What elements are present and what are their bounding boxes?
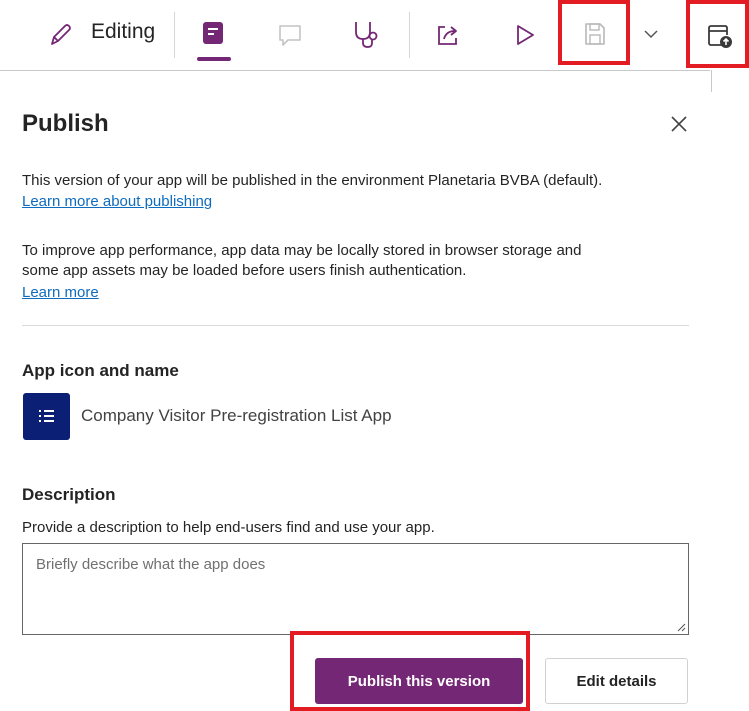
toolbar-separator — [174, 12, 175, 58]
app-checker-icon[interactable] — [351, 18, 381, 50]
app-icon[interactable] — [23, 393, 70, 440]
toolbar: Editing — [0, 0, 749, 70]
resize-handle-icon[interactable] — [676, 622, 686, 632]
performance-text-line1: To improve app performance, app data may… — [22, 242, 582, 259]
close-icon[interactable] — [668, 113, 690, 135]
edit-details-button[interactable]: Edit details — [545, 658, 688, 704]
section-divider — [22, 325, 689, 326]
publish-this-version-button[interactable]: Publish this version — [315, 658, 523, 704]
editing-status-label: Editing — [91, 20, 156, 43]
app-name: Company Visitor Pre-registration List Ap… — [81, 406, 392, 425]
panel-title: Publish — [22, 110, 109, 137]
edit-pencil-icon[interactable] — [48, 22, 74, 48]
save-icon[interactable] — [581, 20, 609, 48]
learn-more-publishing-link[interactable]: Learn more about publishing — [22, 193, 212, 210]
app-icon-name-label: App icon and name — [22, 361, 179, 380]
toolbar-divider — [0, 70, 710, 71]
panel-edge-line — [711, 70, 712, 92]
publish-icon[interactable] — [705, 22, 733, 50]
list-icon — [39, 410, 54, 422]
description-hint: Provide a description to help end-users … — [22, 519, 435, 536]
description-placeholder: Briefly describe what the app does — [36, 556, 266, 573]
toolbar-separator — [409, 12, 410, 58]
comment-icon[interactable] — [276, 21, 304, 49]
active-tab-indicator — [197, 57, 231, 61]
environment-text: This version of your app will be publish… — [22, 172, 603, 189]
play-icon[interactable] — [512, 21, 538, 49]
learn-more-link[interactable]: Learn more — [22, 284, 99, 301]
description-label: Description — [22, 485, 116, 504]
share-icon[interactable] — [434, 21, 462, 49]
description-textarea[interactable]: Briefly describe what the app does — [22, 543, 689, 635]
chevron-down-icon[interactable] — [642, 27, 660, 41]
performance-text-line2: some app assets may be loaded before use… — [22, 262, 467, 279]
app-notes-icon[interactable] — [200, 19, 228, 47]
